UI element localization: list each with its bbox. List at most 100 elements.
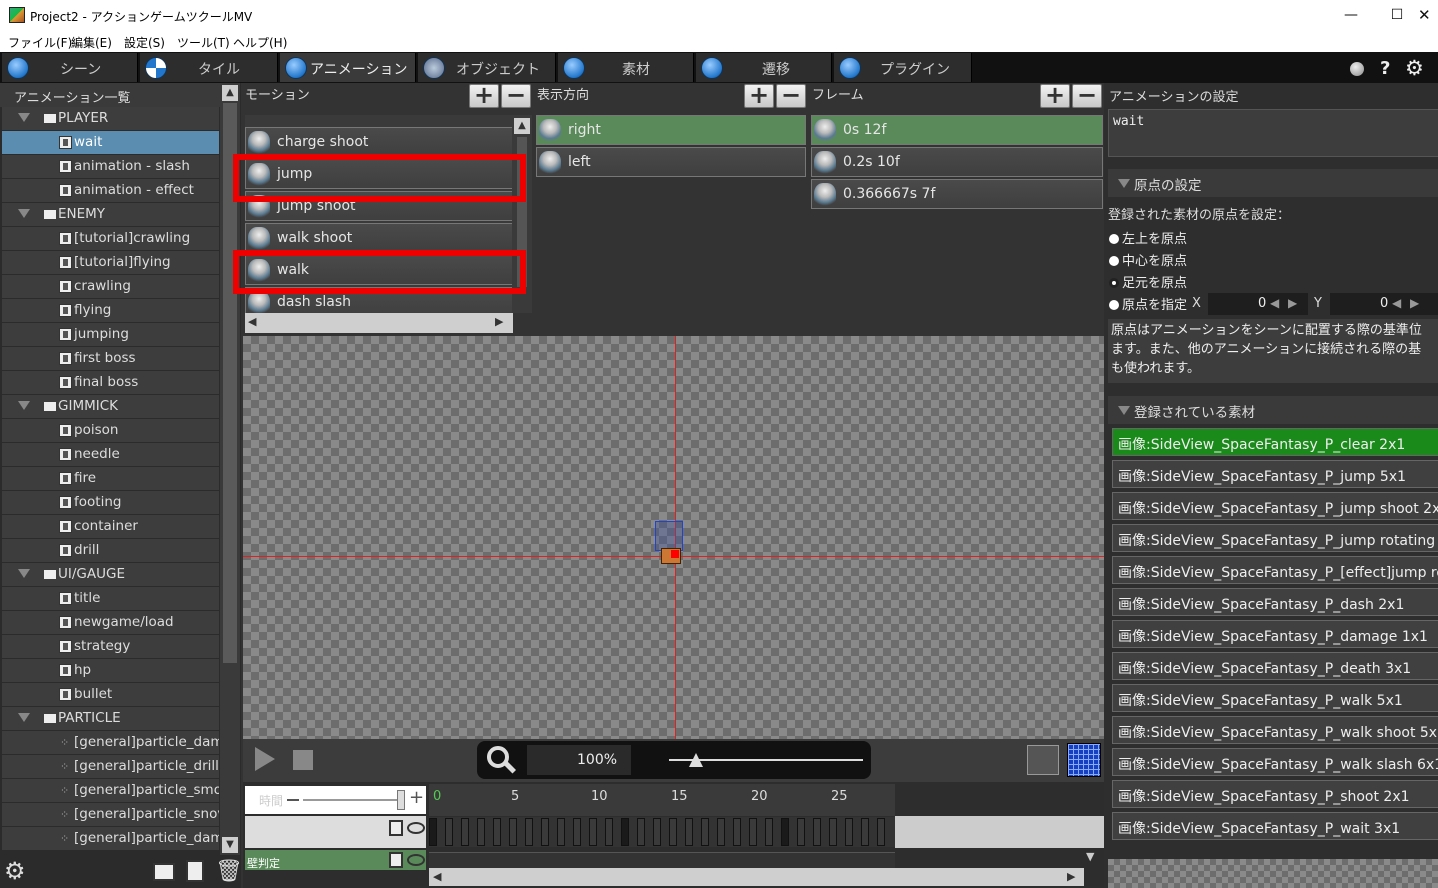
eye-icon[interactable]	[407, 854, 425, 866]
material-item[interactable]: 画像:SideView_SpaceFantasy_P_death 3x1	[1112, 652, 1438, 680]
material-item[interactable]: 画像:SideView_SpaceFantasy_P_wait 3x1	[1112, 812, 1438, 840]
tree-item[interactable]: flying	[2, 299, 219, 322]
tree-item[interactable]: newgame/load	[2, 611, 219, 634]
tree-item[interactable]: ⁘ [general]particle_snov	[2, 803, 219, 826]
tree-item[interactable]: animation - slash	[2, 155, 219, 178]
tree-item[interactable]: ⁘ [general]particle_dama	[2, 827, 219, 850]
radio-center[interactable]: 中心を原点	[1109, 250, 1187, 269]
material-item[interactable]: 画像:SideView_SpaceFantasy_P_[effect]jump …	[1112, 556, 1438, 584]
remove-motion-button[interactable]: −	[501, 83, 531, 108]
radio-feet[interactable]: 足元を原点	[1109, 272, 1187, 291]
tree-item[interactable]: final boss	[2, 371, 219, 394]
tree-item[interactable]: poison	[2, 419, 219, 442]
scroll-up-icon[interactable]: ▲	[222, 85, 238, 101]
tab-object[interactable]: オブジェクト	[418, 53, 556, 82]
timeline-cell[interactable]	[621, 818, 629, 846]
tree-item[interactable]: ⁘ [general]particle_drill	[2, 755, 219, 778]
time-scale-slider[interactable]: 時間 +	[245, 786, 426, 814]
motion-item[interactable]: charge shoot	[245, 127, 513, 157]
maximize-button[interactable]: ☐	[1374, 0, 1420, 31]
motion-hscrollbar[interactable]: ◀ ▶	[245, 313, 513, 333]
scroll-left-icon[interactable]: ◀	[433, 870, 441, 883]
zoom-slider-thumb[interactable]	[689, 753, 703, 767]
tab-scene[interactable]: シーン	[2, 53, 138, 82]
timeline-ruler[interactable]: 0 5 10 15 20 25	[429, 784, 895, 816]
timeline-cell[interactable]	[605, 818, 613, 846]
timeline-cell[interactable]	[589, 818, 597, 846]
material-item[interactable]: 画像:SideView_SpaceFantasy_P_jump 5x1	[1112, 460, 1438, 488]
tree-item[interactable]: strategy	[2, 635, 219, 658]
grid-toggle-icon[interactable]	[1067, 743, 1101, 777]
timeline-cell[interactable]	[573, 818, 581, 846]
scroll-right-icon[interactable]: ▶	[1067, 870, 1075, 883]
material-item[interactable]: 画像:SideView_SpaceFantasy_P_shoot 2x1	[1112, 780, 1438, 808]
timeline-cell[interactable]	[653, 818, 661, 846]
settings-gear-icon[interactable]: ⚙	[1405, 56, 1424, 80]
timeline-cell[interactable]	[749, 818, 757, 846]
timeline-cell[interactable]	[765, 818, 773, 846]
tree-item[interactable]: [tutorial]flying	[2, 251, 219, 274]
tree-item[interactable]: jumping	[2, 323, 219, 346]
eye-icon[interactable]	[407, 822, 425, 834]
timeline-cell[interactable]	[429, 818, 437, 846]
scroll-left-icon[interactable]: ◀	[248, 315, 256, 328]
timeline-cell[interactable]	[525, 818, 533, 846]
stop-icon[interactable]	[293, 750, 313, 770]
timeline-cell[interactable]	[557, 818, 565, 846]
add-motion-button[interactable]: +	[469, 83, 499, 108]
timeline-cell[interactable]	[685, 818, 693, 846]
timeline-track-wall[interactable]: 壁判定	[245, 850, 426, 870]
origin-x-field[interactable]: 0 ◀ ▶	[1208, 293, 1308, 315]
tree-group-enemy[interactable]: ENEMY	[2, 203, 219, 226]
expand-icon[interactable]	[18, 113, 30, 122]
increment-icon[interactable]: ▶	[1288, 296, 1297, 310]
direction-item-selected[interactable]: right	[536, 115, 806, 145]
tree-group-uigauge[interactable]: UI/GAUGE	[2, 563, 219, 586]
materials-section-header[interactable]: 登録されている素材	[1108, 396, 1438, 424]
tab-plugin[interactable]: プラグイン	[834, 53, 972, 82]
zoom-field[interactable]: 100%	[527, 745, 631, 775]
material-item[interactable]: 画像:SideView_SpaceFantasy_P_jump rotating…	[1112, 524, 1438, 552]
tree-item[interactable]: animation - effect	[2, 179, 219, 202]
tab-animation[interactable]: アニメーション	[280, 53, 416, 82]
timeline-frame-cells[interactable]	[429, 817, 895, 847]
delete-trash-icon[interactable]: 🗑	[215, 859, 243, 884]
tree-item[interactable]: [tutorial]crawling	[2, 227, 219, 250]
timeline-cell[interactable]	[717, 818, 725, 846]
material-item[interactable]: 画像:SideView_SpaceFantasy_P_clear 2x1	[1112, 428, 1438, 456]
remove-direction-button[interactable]: −	[776, 83, 806, 108]
sprite-preview[interactable]	[655, 521, 683, 551]
expand-icon[interactable]	[18, 569, 30, 578]
material-item[interactable]: 画像:SideView_SpaceFantasy_P_walk shoot 5x…	[1112, 716, 1438, 744]
tree-item[interactable]: ⁘ [general]particle_smo	[2, 779, 219, 802]
tree-group-gimmick[interactable]: GIMMICK	[2, 395, 219, 418]
help-icon[interactable]: ?	[1380, 58, 1390, 79]
timeline-frame-cells-2[interactable]	[429, 852, 895, 868]
menu-settings[interactable]: 設定(S)	[124, 34, 165, 51]
animation-name-field[interactable]: wait	[1108, 109, 1438, 157]
tree-item[interactable]: footing	[2, 491, 219, 514]
timeline-cell[interactable]	[829, 818, 837, 846]
add-frame-button[interactable]: +	[1040, 83, 1070, 108]
tree-group-particle[interactable]: PARTICLE	[2, 707, 219, 730]
lock-icon[interactable]	[389, 852, 403, 868]
expand-icon[interactable]	[18, 401, 30, 410]
play-icon[interactable]	[255, 747, 275, 771]
scroll-right-icon[interactable]: ▶	[495, 315, 503, 328]
add-direction-button[interactable]: +	[744, 83, 774, 108]
tree-item[interactable]: first boss	[2, 347, 219, 370]
tab-material[interactable]: 素材	[558, 53, 694, 82]
timeline-track-label[interactable]	[245, 816, 426, 848]
timeline-cell[interactable]	[813, 818, 821, 846]
minimize-button[interactable]: —	[1328, 0, 1374, 31]
timeline-cell[interactable]	[509, 818, 517, 846]
timeline-cell[interactable]	[861, 818, 869, 846]
add-folder-icon[interactable]	[153, 863, 175, 881]
tree-item[interactable]: bullet	[2, 683, 219, 706]
tree-item[interactable]: drill	[2, 539, 219, 562]
tree-item[interactable]: title	[2, 587, 219, 610]
material-item[interactable]: 画像:SideView_SpaceFantasy_P_walk 5x1	[1112, 684, 1438, 712]
expand-icon[interactable]	[18, 209, 30, 218]
timeline-cell[interactable]	[493, 818, 501, 846]
add-animation-icon[interactable]	[186, 860, 204, 882]
